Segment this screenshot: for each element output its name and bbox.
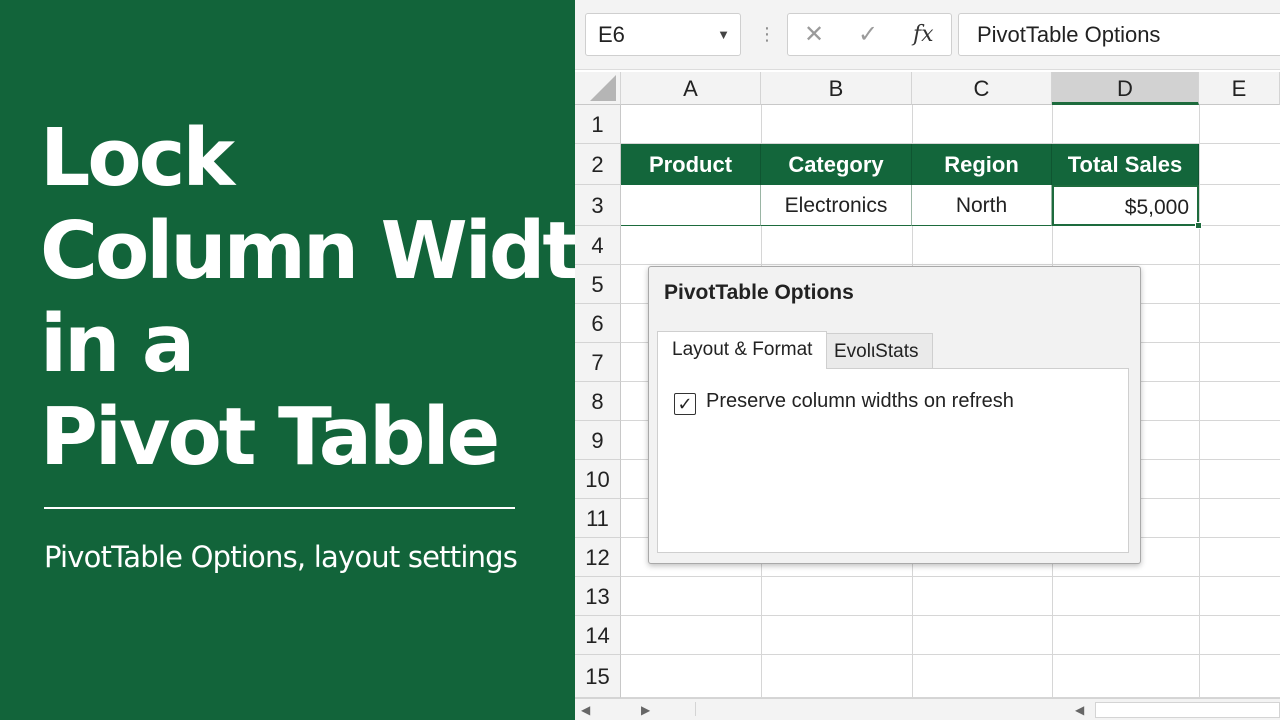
column-header-e[interactable]: E bbox=[1199, 72, 1280, 105]
row-header[interactable]: 2 bbox=[575, 144, 621, 185]
hero-title-line-4: Pivot Table bbox=[40, 391, 500, 483]
sheet-tab-area bbox=[695, 702, 1055, 716]
row-header[interactable]: 8 bbox=[575, 382, 621, 421]
column-header-d[interactable]: D bbox=[1052, 72, 1199, 105]
hero-panel: Lock Column Width in a Pivot Table Pivot… bbox=[0, 0, 633, 720]
column-header-a[interactable]: A bbox=[621, 72, 761, 105]
table-header-category[interactable]: Category bbox=[761, 144, 912, 185]
formula-input[interactable]: PivotTable Options bbox=[958, 13, 1280, 56]
grid-line bbox=[1199, 105, 1200, 698]
scrollbar-thumb[interactable] bbox=[1095, 702, 1280, 718]
cancel-icon[interactable]: ✕ bbox=[804, 20, 824, 50]
scroll-left-icon[interactable]: ◀ bbox=[581, 703, 590, 717]
name-box-value: E6 bbox=[598, 22, 625, 47]
row-header[interactable]: 9 bbox=[575, 421, 621, 460]
column-header-c[interactable]: C bbox=[912, 72, 1052, 105]
preserve-widths-checkbox[interactable]: ✓ bbox=[674, 393, 696, 415]
chevron-down-icon[interactable]: ▼ bbox=[717, 14, 730, 55]
hero-title-line-2: Column Width bbox=[40, 205, 633, 297]
row-header[interactable]: 14 bbox=[575, 616, 621, 655]
insert-function-icon[interactable]: fx bbox=[913, 20, 934, 50]
more-options-icon[interactable]: ⋮ bbox=[758, 22, 776, 46]
fill-handle[interactable] bbox=[1195, 222, 1202, 229]
row-header[interactable]: 10 bbox=[575, 460, 621, 499]
row-header[interactable]: 13 bbox=[575, 577, 621, 616]
grid-line bbox=[621, 264, 1280, 265]
hero-title: Lock Column Width in a Pivot Table bbox=[40, 112, 633, 484]
column-header-b[interactable]: B bbox=[761, 72, 912, 105]
horizontal-scrollbar[interactable]: ◀ ▶ ◀ bbox=[575, 698, 1280, 720]
row-header[interactable]: 12 bbox=[575, 538, 621, 577]
hero-title-line-1: Lock bbox=[40, 112, 235, 204]
tab-layout-format[interactable]: Layout & Format bbox=[657, 331, 828, 369]
pivottable-options-dialog: PivotTable Options Layout & Format Evolι… bbox=[648, 266, 1141, 564]
formula-actions: ✕ ✓ fx bbox=[787, 13, 952, 56]
scroll-left-small-icon[interactable]: ◀ bbox=[1075, 703, 1084, 717]
grid-line bbox=[621, 576, 1280, 577]
table-header-product[interactable]: Product bbox=[621, 144, 761, 185]
grid-line bbox=[621, 615, 1280, 616]
row-header[interactable]: 5 bbox=[575, 265, 621, 304]
scroll-right-icon[interactable]: ▶ bbox=[641, 703, 650, 717]
cell-c3[interactable]: North bbox=[912, 185, 1052, 226]
row-header[interactable]: 4 bbox=[575, 226, 621, 265]
row-header[interactable]: 15 bbox=[575, 655, 621, 698]
tab-evolistats[interactable]: EvolιStats bbox=[819, 333, 934, 368]
enter-icon[interactable]: ✓ bbox=[858, 20, 878, 50]
hero-title-line-3: in a bbox=[40, 298, 195, 390]
row-header[interactable]: 7 bbox=[575, 343, 621, 382]
dialog-title: PivotTable Options bbox=[664, 281, 854, 304]
hero-divider bbox=[44, 507, 515, 509]
formula-bar: E6 ▼ ⋮ ✕ ✓ fx PivotTable Options bbox=[575, 0, 1280, 70]
checkmark-icon: ✓ bbox=[677, 394, 693, 414]
row-header[interactable]: 11 bbox=[575, 499, 621, 538]
row-header[interactable]: 3 bbox=[575, 185, 621, 226]
select-all-corner[interactable] bbox=[575, 72, 621, 105]
tab-panel: ✓ Preserve column widths on refresh bbox=[657, 368, 1129, 553]
cell-d3[interactable]: $5,000 bbox=[1052, 185, 1199, 226]
row-header[interactable]: 1 bbox=[575, 105, 621, 144]
grid-line bbox=[621, 654, 1280, 655]
table-header-total-sales[interactable]: Total Sales bbox=[1052, 144, 1199, 185]
table-header-region[interactable]: Region bbox=[912, 144, 1052, 185]
excel-window: E6 ▼ ⋮ ✕ ✓ fx PivotTable Options A B C D… bbox=[575, 0, 1280, 720]
name-box[interactable]: E6 ▼ bbox=[585, 13, 741, 56]
hero-subtitle: PivotTable Options, layout settings bbox=[44, 540, 518, 574]
row-header[interactable]: 6 bbox=[575, 304, 621, 343]
preserve-widths-label[interactable]: Preserve column widths on refresh bbox=[706, 390, 1014, 413]
cell-b3[interactable]: Electronics bbox=[761, 185, 912, 226]
cell-a3[interactable] bbox=[621, 185, 761, 226]
